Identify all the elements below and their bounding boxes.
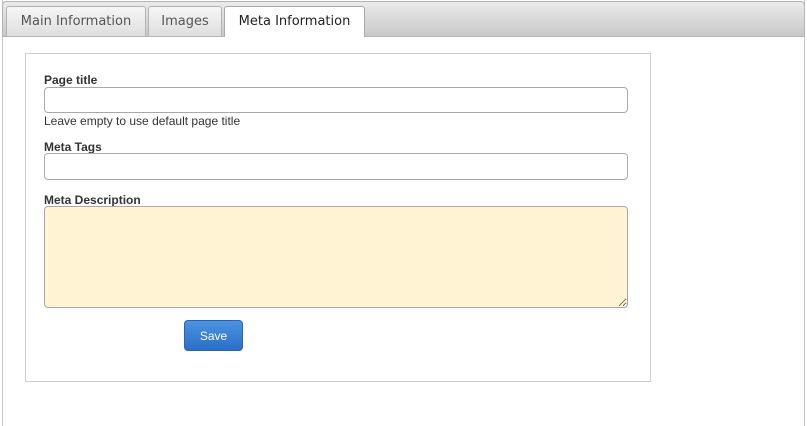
meta-tags-input[interactable] xyxy=(44,153,628,180)
meta-description-label: Meta Description xyxy=(44,193,141,207)
page-title-label: Page title xyxy=(44,73,98,87)
tab-images[interactable]: Images xyxy=(148,6,222,36)
save-button[interactable]: Save xyxy=(184,320,243,351)
meta-description-textarea[interactable] xyxy=(44,206,628,308)
meta-tags-label: Meta Tags xyxy=(44,140,102,154)
page-title-input[interactable] xyxy=(44,87,628,113)
page-title-hint: Leave empty to use default page title xyxy=(44,114,241,128)
tab-main-information[interactable]: Main Information xyxy=(6,6,146,36)
tab-meta-information[interactable]: Meta Information xyxy=(224,6,365,37)
